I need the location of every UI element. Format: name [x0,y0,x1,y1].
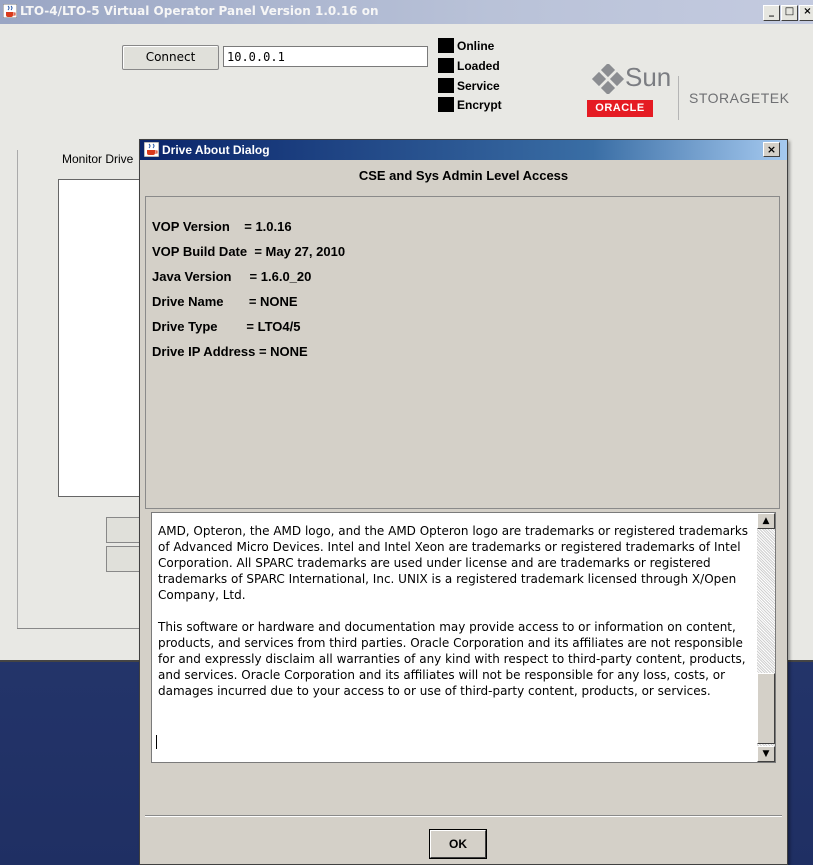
main-window-title: LTO-4/LTO-5 Virtual Operator Panel Versi… [20,4,379,18]
maximize-button[interactable]: □ [781,5,798,21]
oracle-logo: ORACLE [587,100,653,117]
version-info-panel: VOP Version = 1.0.16 VOP Build Date = Ma… [145,196,780,509]
drive-type-line: Drive Type = LTO4/5 [152,319,301,334]
minimize-button[interactable]: _ [763,5,780,21]
monitor-drive-label: Monitor Drive [62,152,134,166]
scroll-up-arrow-icon[interactable]: ▲ [757,513,775,529]
sun-logo-text: Sun [625,62,672,92]
status-encrypt-label: Encrypt [457,97,502,112]
legal-notice-text: AMD, Opteron, the AMD logo, and the AMD … [158,523,754,715]
java-cup-icon [144,142,159,157]
dialog-close-button[interactable]: × [763,142,780,157]
status-indicator [438,97,454,112]
ok-button[interactable]: OK [429,829,487,859]
main-close-button[interactable]: × [799,5,813,21]
storagetek-logo-text: STORAGETEK [689,90,790,106]
vop-version-line: VOP Version = 1.0.16 [152,219,292,234]
monitor-panel-border [17,150,18,628]
status-online: Online [438,37,494,54]
status-indicator [438,78,454,93]
scroll-down-arrow-icon[interactable]: ▼ [757,746,775,762]
dialog-title: Drive About Dialog [162,143,270,157]
sun-diamond-icon [591,64,625,94]
logo-divider [678,76,679,120]
drive-about-dialog: Drive About Dialog × CSE and Sys Admin L… [139,139,788,865]
status-service-label: Service [457,78,500,93]
legal-paragraph-trademarks: AMD, Opteron, the AMD logo, and the AMD … [158,524,749,602]
monitor-panel-border [17,628,157,629]
legal-notice-textarea[interactable]: AMD, Opteron, the AMD logo, and the AMD … [151,512,776,763]
dialog-separator [145,815,782,817]
status-service: Service [438,77,500,94]
status-indicator [438,38,454,53]
main-titlebar[interactable]: LTO-4/LTO-5 Virtual Operator Panel Versi… [0,0,813,24]
access-level-header: CSE and Sys Admin Level Access [358,168,569,183]
dialog-titlebar[interactable]: Drive About Dialog × [140,140,787,160]
status-online-label: Online [457,38,495,53]
status-loaded-label: Loaded [457,58,500,73]
java-cup-icon [3,4,17,18]
java-version-line: Java Version = 1.6.0_20 [152,269,312,284]
text-caret [156,735,157,749]
drive-ip-address-line: Drive IP Address = NONE [152,344,308,359]
connect-button[interactable]: Connect [122,45,219,70]
legal-scrollbar[interactable]: ▲ ▼ [757,513,775,762]
legal-paragraph-third-party: This software or hardware and documentat… [158,620,746,698]
status-indicator [438,58,454,73]
scrollbar-thumb[interactable] [757,673,775,744]
ip-address-input[interactable] [223,46,428,67]
status-encrypt: Encrypt [438,96,502,113]
vop-build-date-line: VOP Build Date = May 27, 2010 [152,244,346,259]
sun-oracle-storagetek-logo: Sun ORACLE STORAGETEK [583,62,813,126]
drive-name-line: Drive Name = NONE [152,294,298,309]
status-loaded: Loaded [438,57,500,74]
